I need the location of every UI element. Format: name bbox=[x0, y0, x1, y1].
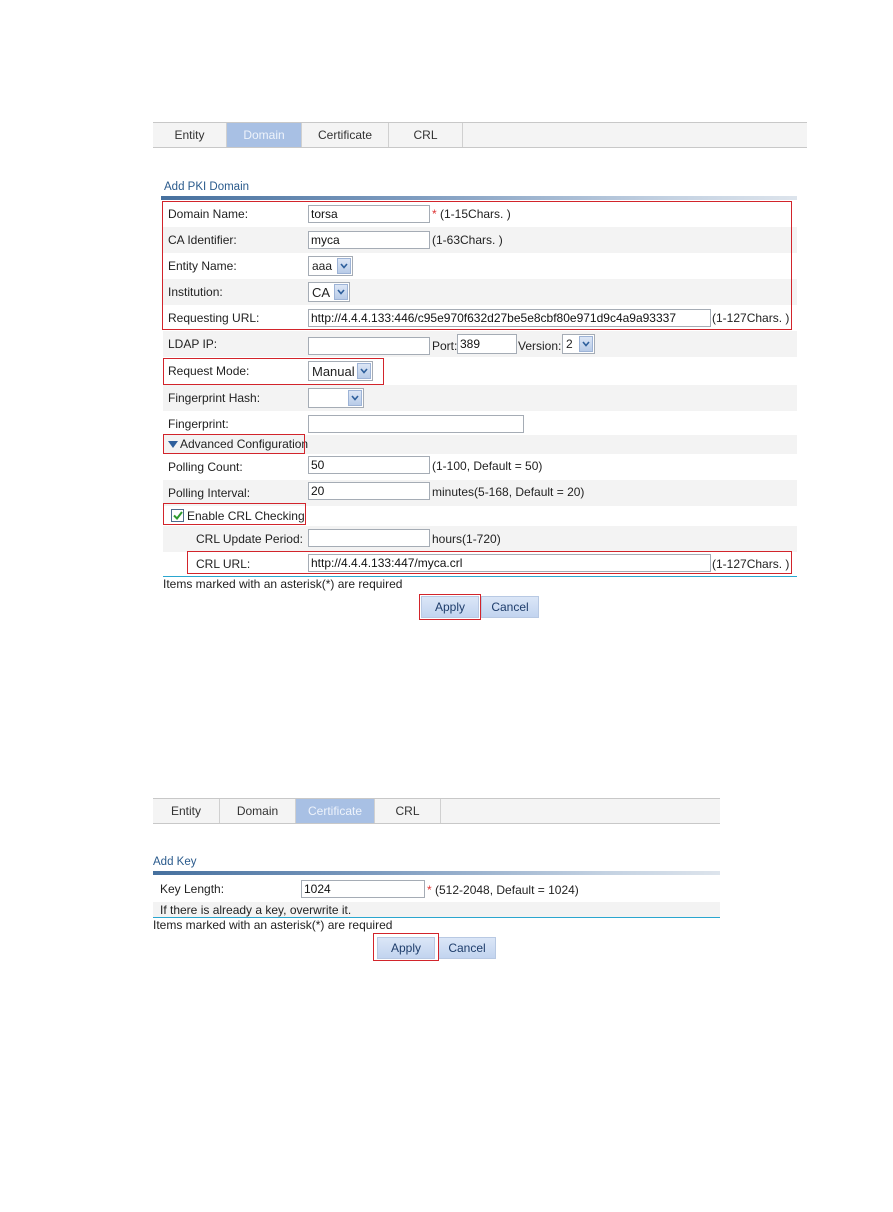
domain-name-input[interactable] bbox=[308, 205, 430, 223]
enable-crl-checking-label: Enable CRL Checking bbox=[187, 509, 305, 523]
crl-update-period-input[interactable] bbox=[308, 529, 430, 547]
tab-crl[interactable]: CRL bbox=[389, 123, 463, 147]
enable-crl-checking-checkbox[interactable] bbox=[171, 509, 184, 522]
tab-bar: Entity Domain Certificate CRL bbox=[153, 798, 720, 824]
polling-count-hint: (1-100, Default = 50) bbox=[432, 459, 543, 473]
key-length-label: Key Length: bbox=[160, 882, 225, 896]
key-length-input[interactable] bbox=[301, 880, 425, 898]
apply-button[interactable]: Apply bbox=[377, 937, 435, 959]
institution-label: Institution: bbox=[168, 285, 223, 299]
section-title: Add Key bbox=[153, 856, 197, 868]
tab-domain[interactable]: Domain bbox=[220, 799, 296, 823]
entity-name-value: aaa bbox=[312, 259, 333, 273]
cancel-button[interactable]: Cancel bbox=[481, 596, 539, 618]
fingerprint-label: Fingerprint: bbox=[168, 417, 229, 431]
polling-count-input[interactable] bbox=[308, 456, 430, 474]
request-mode-select[interactable]: Manual bbox=[308, 361, 373, 381]
ldap-ip-input[interactable] bbox=[308, 337, 430, 355]
tab-domain[interactable]: Domain bbox=[227, 123, 302, 147]
row-institution: Institution: bbox=[163, 279, 797, 305]
version-select[interactable]: 2 bbox=[562, 334, 595, 354]
required-asterisk: * bbox=[432, 207, 437, 221]
requesting-url-label: Requesting URL: bbox=[168, 311, 260, 325]
apply-button[interactable]: Apply bbox=[421, 596, 479, 618]
port-label: Port: bbox=[432, 339, 458, 353]
polling-interval-hint: minutes(5-168, Default = 20) bbox=[432, 485, 585, 499]
row-fingerprint-hash: Fingerprint Hash: bbox=[163, 385, 797, 411]
row-request-mode: Request Mode: bbox=[163, 358, 797, 384]
version-value: 2 bbox=[566, 337, 573, 351]
required-asterisk: * bbox=[427, 883, 432, 897]
key-length-hint: * (512-2048, Default = 1024) bbox=[427, 883, 579, 897]
polling-interval-input[interactable] bbox=[308, 482, 430, 500]
requesting-url-input[interactable] bbox=[308, 309, 711, 327]
section-divider bbox=[161, 196, 797, 200]
tab-entity[interactable]: Entity bbox=[153, 123, 227, 147]
row-overwrite-note: If there is already a key, overwrite it. bbox=[153, 902, 720, 917]
polling-interval-label: Polling Interval: bbox=[168, 486, 251, 500]
request-mode-value: Manual bbox=[312, 363, 355, 379]
version-label: Version: bbox=[518, 339, 562, 353]
tab-certificate[interactable]: Certificate bbox=[296, 799, 375, 823]
advanced-configuration-label: Advanced Configuration bbox=[180, 437, 309, 451]
tab-entity[interactable]: Entity bbox=[153, 799, 220, 823]
key-length-hint-text: (512-2048, Default = 1024) bbox=[435, 883, 579, 897]
checkmark-icon bbox=[172, 511, 183, 520]
section-title: Add PKI Domain bbox=[164, 181, 250, 193]
crl-url-input[interactable] bbox=[308, 554, 711, 572]
required-note: Items marked with an asterisk(*) are req… bbox=[163, 577, 403, 591]
chevron-down-icon bbox=[579, 336, 593, 352]
domain-name-hint-text: (1-15Chars. ) bbox=[440, 207, 511, 221]
row-entity-name: Entity Name: bbox=[163, 253, 797, 279]
triangle-down-icon bbox=[168, 440, 178, 448]
fingerprint-hash-label: Fingerprint Hash: bbox=[168, 391, 261, 405]
domain-name-label: Domain Name: bbox=[168, 207, 249, 221]
chevron-down-icon bbox=[337, 258, 351, 274]
request-mode-label: Request Mode: bbox=[168, 364, 250, 378]
advanced-configuration-toggle[interactable]: Advanced Configuration bbox=[168, 437, 308, 451]
tab-bar: Entity Domain Certificate CRL bbox=[153, 122, 807, 148]
crl-update-period-label: CRL Update Period: bbox=[196, 532, 303, 546]
entity-name-select[interactable]: aaa bbox=[308, 256, 353, 276]
chevron-down-icon bbox=[357, 363, 371, 379]
polling-count-label: Polling Count: bbox=[168, 460, 243, 474]
crl-url-hint: (1-127Chars. ) bbox=[712, 557, 790, 571]
tab-certificate[interactable]: Certificate bbox=[302, 123, 389, 147]
chevron-down-icon bbox=[348, 390, 362, 406]
tab-crl[interactable]: CRL bbox=[375, 799, 441, 823]
fingerprint-hash-select[interactable] bbox=[308, 388, 364, 408]
chevron-down-icon bbox=[334, 284, 348, 300]
ca-identifier-hint: (1-63Chars. ) bbox=[432, 233, 503, 247]
port-input[interactable] bbox=[457, 334, 517, 354]
institution-select[interactable]: CA bbox=[308, 282, 350, 302]
required-note: Items marked with an asterisk(*) are req… bbox=[153, 918, 393, 932]
section-divider bbox=[153, 871, 720, 875]
cancel-button[interactable]: Cancel bbox=[438, 937, 496, 959]
ldap-ip-label: LDAP IP: bbox=[168, 337, 218, 351]
crl-url-label: CRL URL: bbox=[196, 557, 251, 571]
overwrite-note: If there is already a key, overwrite it. bbox=[160, 902, 352, 917]
institution-value: CA bbox=[312, 284, 331, 300]
requesting-url-hint: (1-127Chars. ) bbox=[712, 311, 790, 325]
domain-name-hint: * (1-15Chars. ) bbox=[432, 207, 511, 221]
fingerprint-input[interactable] bbox=[308, 415, 524, 433]
entity-name-label: Entity Name: bbox=[168, 259, 237, 273]
ca-identifier-label: CA Identifier: bbox=[168, 233, 237, 247]
crl-update-period-hint: hours(1-720) bbox=[432, 532, 501, 546]
ca-identifier-input[interactable] bbox=[308, 231, 430, 249]
